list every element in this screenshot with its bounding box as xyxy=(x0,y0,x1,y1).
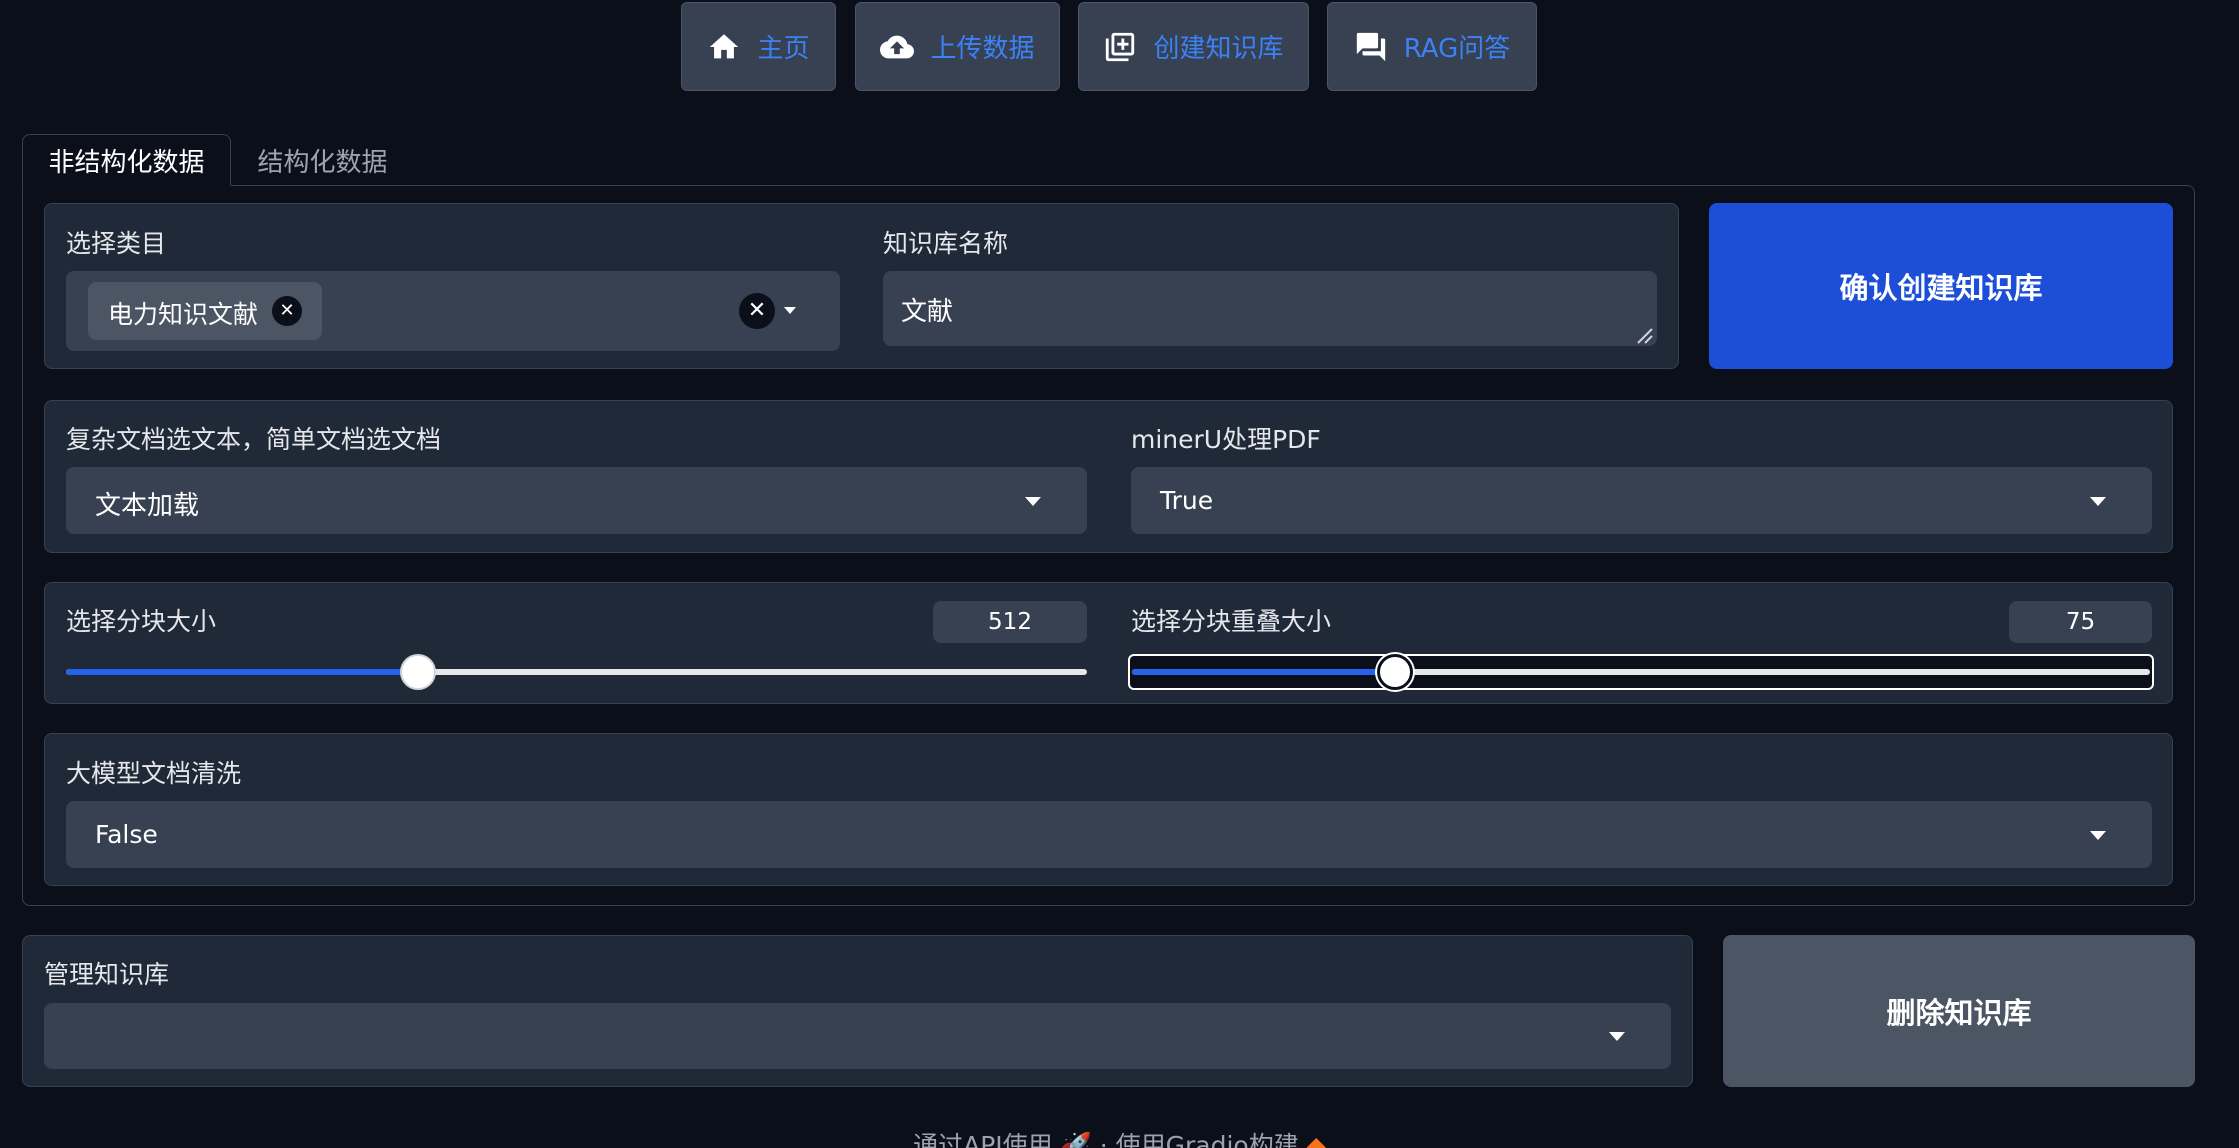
chevron-down-icon xyxy=(1609,1032,1625,1041)
nav-rag-button[interactable]: RAG问答 xyxy=(1327,2,1537,91)
chevron-down-icon xyxy=(2090,831,2106,840)
forum-icon xyxy=(1356,32,1385,61)
slider-fill xyxy=(1132,669,1395,675)
nav-create-kb-label: 创建知识库 xyxy=(1153,34,1284,64)
chevron-down-icon xyxy=(2090,497,2106,506)
doc-mode-dropdown[interactable]: 文本加载 xyxy=(66,467,1087,534)
footer-api-link[interactable]: 通过API使用 xyxy=(913,1131,1053,1148)
chip-remove-icon[interactable]: ✕ xyxy=(272,296,302,326)
chunk-overlap-label: 选择分块重叠大小 xyxy=(1131,607,1332,636)
footer: 通过API使用 🚀 · 使用Gradio构建 ◆ xyxy=(0,1126,2239,1148)
category-label: 选择类目 xyxy=(66,229,167,258)
llm-clean-dropdown[interactable]: False xyxy=(66,801,2152,868)
chunk-size-slider[interactable] xyxy=(66,652,1087,692)
footer-gradio-link[interactable]: 使用Gradio构建 xyxy=(1116,1131,1299,1148)
category-chip-label: 电力知识文献 xyxy=(108,300,259,329)
llm-clean-label: 大模型文档清洗 xyxy=(66,759,242,788)
manage-kb-label: 管理知识库 xyxy=(44,960,170,989)
nav-upload-button[interactable]: 上传数据 xyxy=(855,2,1060,91)
kb-name-input[interactable]: 文献 xyxy=(883,271,1657,346)
slider-thumb[interactable] xyxy=(1377,654,1413,690)
confirm-create-kb-button[interactable]: 确认创建知识库 xyxy=(1709,203,2173,369)
tab-unstructured-label: 非结构化数据 xyxy=(48,147,205,178)
chunk-overlap-slider[interactable] xyxy=(1128,654,2154,690)
gradio-logo-icon: ◆ xyxy=(1306,1131,1326,1148)
tab-structured-label: 结构化数据 xyxy=(257,147,388,178)
chunk-size-number-input[interactable]: 512 xyxy=(933,601,1087,643)
resize-handle-icon[interactable] xyxy=(1636,327,1654,345)
nav-home-label: 主页 xyxy=(757,34,810,64)
mineru-value: True xyxy=(1160,486,1214,515)
library-add-icon xyxy=(1106,32,1135,61)
footer-separator: · xyxy=(1099,1131,1108,1148)
chunk-overlap-number-input[interactable]: 75 xyxy=(2009,601,2152,643)
nav-rag-label: RAG问答 xyxy=(1403,34,1511,64)
kb-name-label: 知识库名称 xyxy=(883,229,1009,258)
home-icon xyxy=(710,33,739,58)
tab-unstructured[interactable]: 非结构化数据 xyxy=(22,134,231,186)
slider-thumb[interactable] xyxy=(400,654,436,690)
nav-home-button[interactable]: 主页 xyxy=(681,2,836,91)
chunk-size-label: 选择分块大小 xyxy=(66,607,217,636)
delete-kb-button[interactable]: 删除知识库 xyxy=(1723,935,2195,1087)
doc-mode-label: 复杂文档选文本，简单文档选文档 xyxy=(66,425,442,454)
category-chip: 电力知识文献 ✕ xyxy=(88,282,322,340)
doc-mode-value: 文本加载 xyxy=(95,491,200,521)
mineru-dropdown[interactable]: True xyxy=(1131,467,2152,534)
tab-structured[interactable]: 结构化数据 xyxy=(240,134,405,186)
llm-clean-value: False xyxy=(95,820,158,849)
nav-create-kb-button[interactable]: 创建知识库 xyxy=(1078,2,1309,91)
cloud-upload-icon xyxy=(880,35,915,58)
nav-upload-label: 上传数据 xyxy=(930,34,1035,64)
mineru-label: minerU处理PDF xyxy=(1131,425,1321,454)
manage-kb-dropdown[interactable] xyxy=(44,1003,1671,1069)
category-dropdown-icon[interactable] xyxy=(784,307,796,314)
chevron-down-icon xyxy=(1025,497,1041,506)
clear-selection-icon[interactable]: ✕ xyxy=(739,293,775,329)
kb-name-value: 文献 xyxy=(901,297,954,327)
rocket-icon: 🚀 xyxy=(1060,1131,1092,1148)
slider-fill xyxy=(66,669,418,675)
